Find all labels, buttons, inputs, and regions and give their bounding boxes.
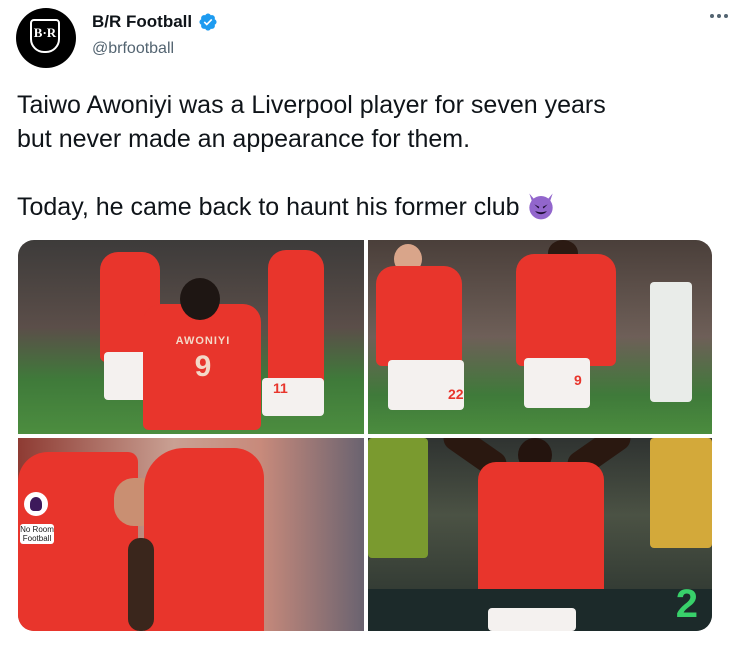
jersey-name: AWONIYI: [175, 335, 231, 347]
premier-league-badge-icon: [24, 492, 48, 516]
opponent-player: [650, 282, 692, 402]
sponsor-label: No Room Football: [20, 524, 54, 544]
photo-awoniyi-arms-raised[interactable]: 2: [368, 438, 712, 631]
photo-embrace[interactable]: No Room Football: [18, 438, 364, 631]
player-shorts: [388, 360, 464, 410]
more-options-icon[interactable]: [710, 14, 728, 18]
other-shirt-number: 11: [273, 380, 288, 396]
player-shirt: [516, 254, 616, 366]
steward-jacket: [368, 438, 428, 558]
account-name-row: B/R Football: [92, 12, 218, 32]
ad-board-number: 2: [675, 582, 698, 626]
player-shorts: [262, 378, 324, 416]
verified-badge-icon: [199, 13, 217, 31]
awoniyi-shirt: [144, 448, 264, 631]
awoniyi-shirt: [478, 462, 604, 608]
player-shirt: [376, 266, 462, 366]
photo-team-celebration[interactable]: 22 9: [368, 240, 712, 434]
jersey-number: 9: [194, 350, 212, 383]
photo-celebration-back[interactable]: 11 AWONIYI 9: [18, 240, 364, 434]
steward-jacket: [650, 438, 712, 548]
shirt-number-right: 9: [574, 372, 582, 388]
shirt-number-left: 22: [448, 386, 464, 402]
account-handle[interactable]: @brfootball: [92, 40, 174, 58]
awoniyi-head: [180, 278, 220, 320]
account-avatar[interactable]: B·R: [16, 8, 76, 68]
player-shorts: [488, 608, 576, 631]
tweet-text: Taiwo Awoniyi was a Liverpool player for…: [17, 88, 717, 224]
br-logo: B·R: [30, 19, 60, 53]
tweet-text-paragraph-2: Today, he came back to haunt his former …: [17, 193, 520, 221]
account-name[interactable]: B/R Football: [92, 12, 192, 32]
smiling-face-with-horns-icon: [528, 193, 553, 220]
tweet-media-grid[interactable]: 11 AWONIYI 9 22 9 No Room Football 2: [18, 240, 712, 631]
player-arm: [128, 538, 154, 631]
tweet-text-paragraph-1: Taiwo Awoniyi was a Liverpool player for…: [17, 91, 606, 153]
